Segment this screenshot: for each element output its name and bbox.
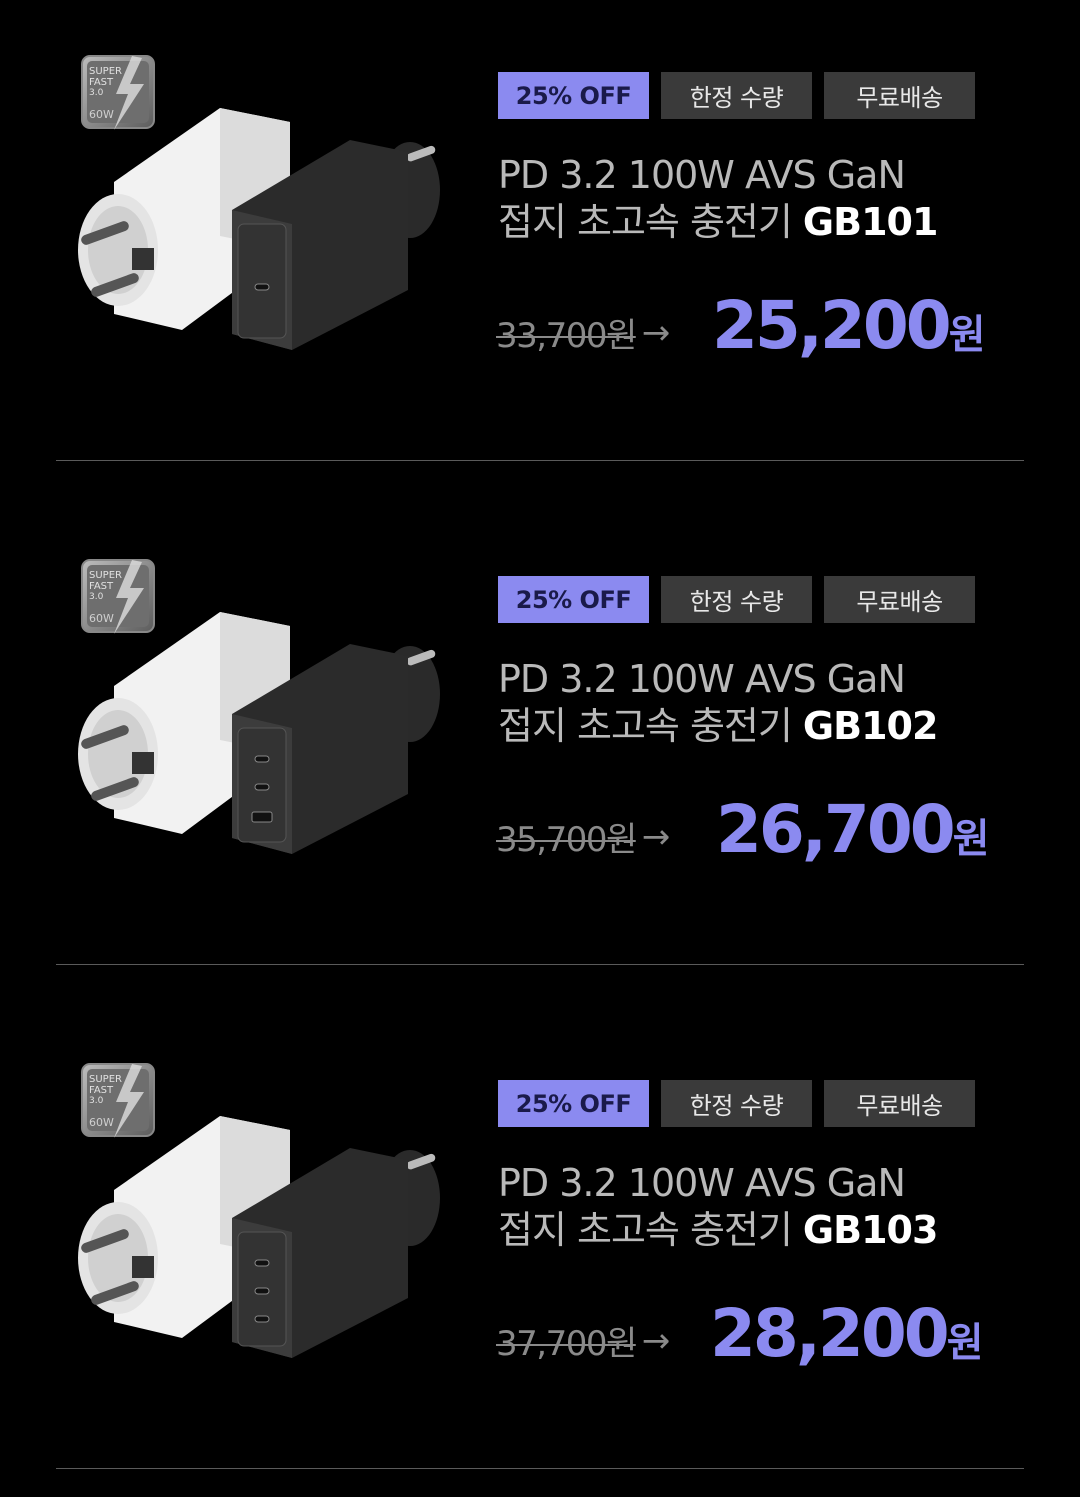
svg-text:FAST: FAST [89,1085,114,1096]
sale-price: 25,200원 [712,286,985,375]
divider [56,964,1024,965]
product-model: GB102 [802,704,938,748]
discount-tag: 25% OFF [498,72,649,119]
sale-price-value: 28,200 [710,1295,950,1372]
divider [56,460,1024,461]
tag-row: 25% OFF 한정 수량 무료배송 [498,1080,975,1127]
product-model: GB101 [802,200,938,244]
product-title[interactable]: PD 3.2 100W AVS GaN 접지 초고속 충전기 GB101 [498,152,1038,246]
svg-text:SUPER: SUPER [89,1074,122,1085]
product-title-line1: PD 3.2 100W AVS GaN [498,153,906,197]
product-image[interactable]: SUPER FAST 3.0 60W [70,544,450,864]
arrow-right-icon: → [641,1320,671,1361]
tag-row: 25% OFF 한정 수량 무료배송 [498,576,975,623]
product-image[interactable]: SUPER FAST 3.0 60W [70,1048,450,1368]
sale-price-unit: 원 [948,312,986,358]
product-list: SUPER FAST 3.0 60W 25% OFF 한정 수량 무료배송 PD… [0,0,1080,1497]
sale-price-unit: 원 [952,816,990,862]
old-price-row: 35,700원 → [496,812,671,861]
original-price: 35,700원 [496,820,637,860]
arrow-right-icon: → [641,312,671,353]
original-price: 37,700원 [496,1324,637,1364]
tag-row: 25% OFF 한정 수량 무료배송 [498,72,975,119]
free-shipping-tag: 무료배송 [824,72,975,119]
svg-text:SUPER: SUPER [89,570,122,581]
limited-quantity-tag: 한정 수량 [661,72,812,119]
product-title[interactable]: PD 3.2 100W AVS GaN 접지 초고속 충전기 GB103 [498,1160,1038,1254]
sale-price: 28,200원 [710,1294,983,1383]
sale-price-unit: 원 [946,1320,984,1366]
product-card-gb101[interactable]: SUPER FAST 3.0 60W 25% OFF 한정 수량 무료배송 PD… [0,0,1080,504]
original-price: 33,700원 [496,316,637,356]
svg-text:SUPER: SUPER [89,66,122,77]
product-card-gb103[interactable]: SUPER FAST 3.0 60W 25% OFF 한정 수량 무료배송 PD… [0,1008,1080,1497]
discount-tag: 25% OFF [498,576,649,623]
product-title[interactable]: PD 3.2 100W AVS GaN 접지 초고속 충전기 GB102 [498,656,1038,750]
charger-illustration [78,108,440,350]
sale-price: 26,700원 [716,790,989,879]
product-model: GB103 [802,1208,938,1252]
svg-text:3.0: 3.0 [89,88,104,98]
product-title-line2: 접지 초고속 충전기 GB102 [498,704,938,748]
charger-illustration [78,1116,440,1358]
charger-illustration [78,612,440,854]
divider [56,1468,1024,1469]
sale-price-value: 26,700 [716,791,956,868]
svg-text:3.0: 3.0 [89,592,104,602]
sale-price-value: 25,200 [712,287,952,364]
product-title-line1: PD 3.2 100W AVS GaN [498,657,906,701]
svg-text:FAST: FAST [89,77,114,88]
old-price-row: 33,700원 → [496,308,671,357]
svg-text:3.0: 3.0 [89,1096,104,1106]
product-title-line1: PD 3.2 100W AVS GaN [498,1161,906,1205]
product-image[interactable]: SUPER FAST 3.0 60W [70,40,450,360]
limited-quantity-tag: 한정 수량 [661,1080,812,1127]
svg-text:FAST: FAST [89,581,114,592]
product-title-line2: 접지 초고속 충전기 GB103 [498,1208,938,1252]
product-card-gb102[interactable]: SUPER FAST 3.0 60W 25% OFF 한정 수량 무료배송 PD… [0,504,1080,1008]
product-title-line2: 접지 초고속 충전기 GB101 [498,200,938,244]
arrow-right-icon: → [641,816,671,857]
old-price-row: 37,700원 → [496,1316,671,1365]
free-shipping-tag: 무료배송 [824,1080,975,1127]
limited-quantity-tag: 한정 수량 [661,576,812,623]
discount-tag: 25% OFF [498,1080,649,1127]
free-shipping-tag: 무료배송 [824,576,975,623]
